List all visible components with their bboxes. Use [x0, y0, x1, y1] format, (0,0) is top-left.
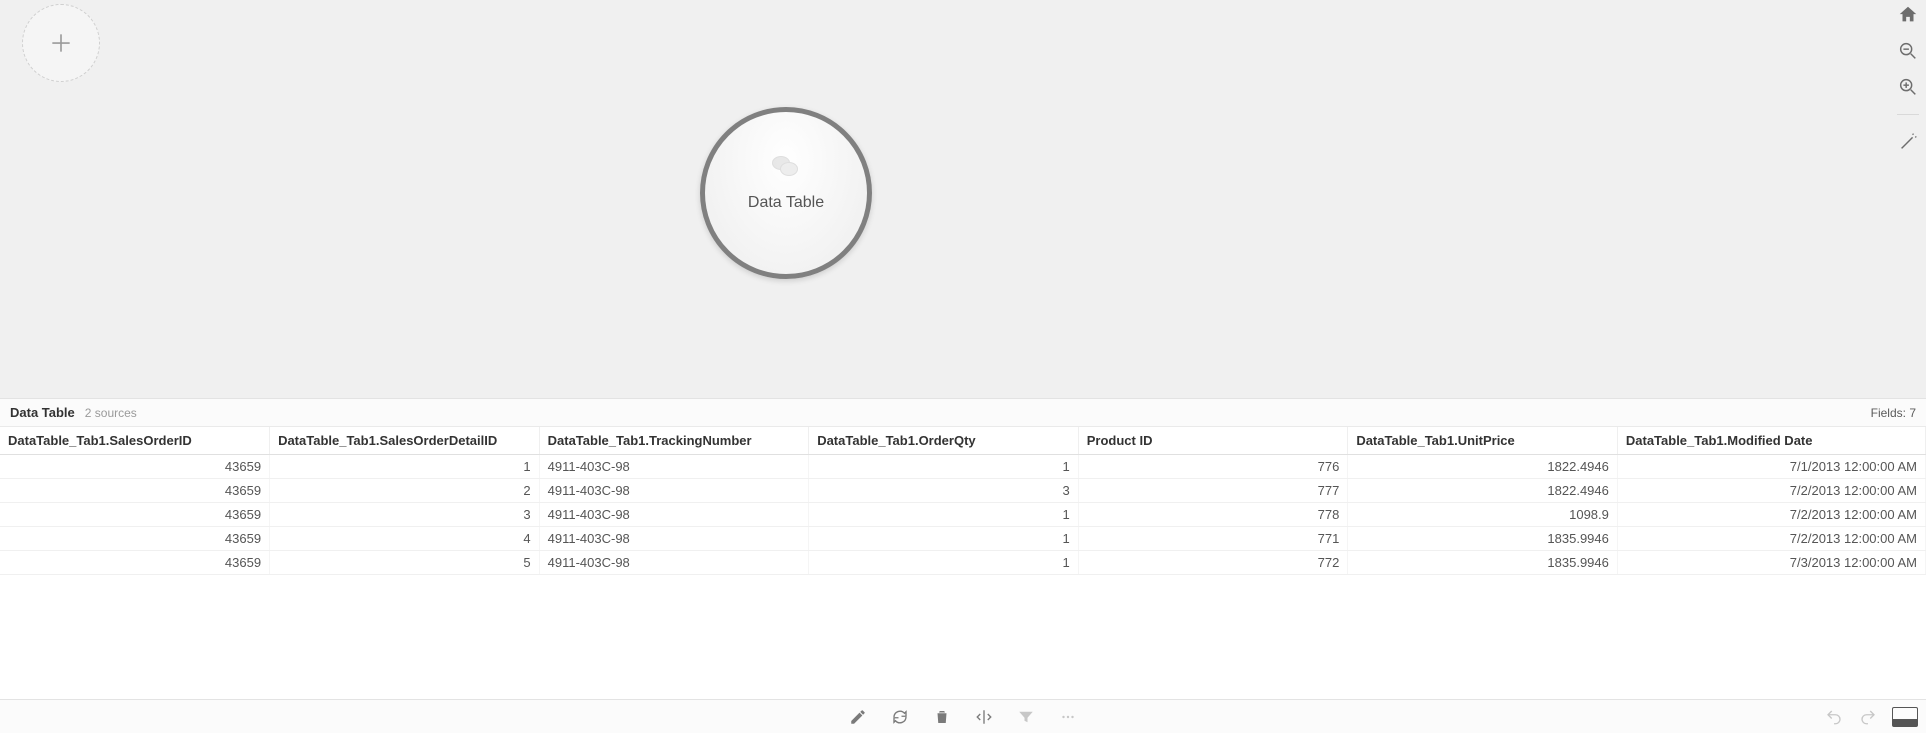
table-cell: 1098.9 [1348, 503, 1618, 527]
table-cell: 43659 [0, 455, 270, 479]
table-cell: 7/2/2013 12:00:00 AM [1617, 503, 1925, 527]
column-header[interactable]: DataTable_Tab1.SalesOrderDetailID [270, 427, 540, 455]
table-cell: 1835.9946 [1348, 527, 1618, 551]
table-cell: 7/1/2013 12:00:00 AM [1617, 455, 1925, 479]
table-row[interactable]: 4365944911-403C-9817711835.99467/2/2013 … [0, 527, 1926, 551]
table-cell: 2 [270, 479, 540, 503]
table-cell: 4911-403C-98 [539, 551, 809, 575]
data-source-icon [772, 156, 800, 178]
data-grid-panel: Data Table 2 sources Fields: 7 DataTable… [0, 398, 1926, 699]
data-table-bubble[interactable]: Data Table [700, 107, 872, 279]
grid-header-bar: Data Table 2 sources Fields: 7 [0, 399, 1926, 427]
table-cell: 1835.9946 [1348, 551, 1618, 575]
canvas-area: Data Table Data Table 2 sources Fields: … [0, 0, 1926, 733]
home-icon [1897, 4, 1919, 26]
right-tool-strip [1890, 0, 1926, 153]
column-header[interactable]: DataTable_Tab1.UnitPrice [1348, 427, 1618, 455]
grid-table-scroll[interactable]: DataTable_Tab1.SalesOrderIDDataTable_Tab… [0, 427, 1926, 699]
column-header[interactable]: DataTable_Tab1.SalesOrderID [0, 427, 270, 455]
data-bubble-label: Data Table [748, 194, 824, 212]
table-cell: 771 [1078, 527, 1348, 551]
more-button[interactable] [1058, 707, 1078, 727]
column-header[interactable]: DataTable_Tab1.OrderQty [809, 427, 1079, 455]
table-row[interactable]: 4365954911-403C-9817721835.99467/3/2013 … [0, 551, 1926, 575]
table-cell: 7/3/2013 12:00:00 AM [1617, 551, 1925, 575]
table-cell: 7/2/2013 12:00:00 AM [1617, 479, 1925, 503]
redo-icon [1859, 708, 1877, 726]
table-cell: 4911-403C-98 [539, 503, 809, 527]
grid-title: Data Table [10, 405, 75, 420]
table-cell: 1822.4946 [1348, 479, 1618, 503]
table-cell: 43659 [0, 551, 270, 575]
zoom-out-button[interactable] [1897, 40, 1919, 62]
table-cell: 777 [1078, 479, 1348, 503]
bottom-toolbar [0, 699, 1926, 733]
table-cell: 4911-403C-98 [539, 479, 809, 503]
toggle-data-panel-button[interactable] [1892, 707, 1918, 727]
data-table: DataTable_Tab1.SalesOrderIDDataTable_Tab… [0, 427, 1926, 575]
table-cell: 1822.4946 [1348, 455, 1618, 479]
ellipsis-icon [1059, 708, 1077, 726]
table-row[interactable]: 4365934911-403C-9817781098.97/2/2013 12:… [0, 503, 1926, 527]
grid-fields-label: Fields: 7 [1871, 406, 1916, 420]
refresh-button[interactable] [890, 707, 910, 727]
column-header[interactable]: DataTable_Tab1.Modified Date [1617, 427, 1925, 455]
undo-icon [1825, 708, 1843, 726]
redo-button[interactable] [1858, 707, 1878, 727]
table-cell: 778 [1078, 503, 1348, 527]
table-cell: 1 [809, 455, 1079, 479]
refresh-icon [891, 708, 909, 726]
split-icon [975, 708, 993, 726]
zoom-in-icon [1897, 76, 1919, 98]
table-cell: 4911-403C-98 [539, 527, 809, 551]
tool-separator [1897, 114, 1919, 115]
column-header[interactable]: Product ID [1078, 427, 1348, 455]
magic-layout-button[interactable] [1897, 131, 1919, 153]
table-cell: 776 [1078, 455, 1348, 479]
table-cell: 5 [270, 551, 540, 575]
filter-button[interactable] [1016, 707, 1036, 727]
filter-icon [1017, 708, 1035, 726]
grid-sources-label: 2 sources [85, 406, 137, 420]
table-cell: 1 [809, 551, 1079, 575]
table-cell: 1 [270, 455, 540, 479]
column-header[interactable]: DataTable_Tab1.TrackingNumber [539, 427, 809, 455]
table-cell: 3 [809, 479, 1079, 503]
table-cell: 43659 [0, 479, 270, 503]
zoom-in-button[interactable] [1897, 76, 1919, 98]
undo-button[interactable] [1824, 707, 1844, 727]
table-cell: 4 [270, 527, 540, 551]
home-button[interactable] [1897, 4, 1919, 26]
delete-button[interactable] [932, 707, 952, 727]
table-cell: 1 [809, 527, 1079, 551]
table-cell: 4911-403C-98 [539, 455, 809, 479]
edit-button[interactable] [848, 707, 868, 727]
table-cell: 1 [809, 503, 1079, 527]
table-row[interactable]: 4365924911-403C-9837771822.49467/2/2013 … [0, 479, 1926, 503]
split-button[interactable] [974, 707, 994, 727]
table-cell: 43659 [0, 503, 270, 527]
table-cell: 7/2/2013 12:00:00 AM [1617, 527, 1925, 551]
add-data-bubble-button[interactable] [22, 4, 100, 82]
zoom-out-icon [1897, 40, 1919, 62]
table-row[interactable]: 4365914911-403C-9817761822.49467/1/2013 … [0, 455, 1926, 479]
trash-icon [933, 708, 951, 726]
plus-icon [48, 30, 74, 56]
table-cell: 43659 [0, 527, 270, 551]
table-cell: 3 [270, 503, 540, 527]
wand-icon [1897, 131, 1919, 153]
table-cell: 772 [1078, 551, 1348, 575]
pencil-icon [849, 708, 867, 726]
